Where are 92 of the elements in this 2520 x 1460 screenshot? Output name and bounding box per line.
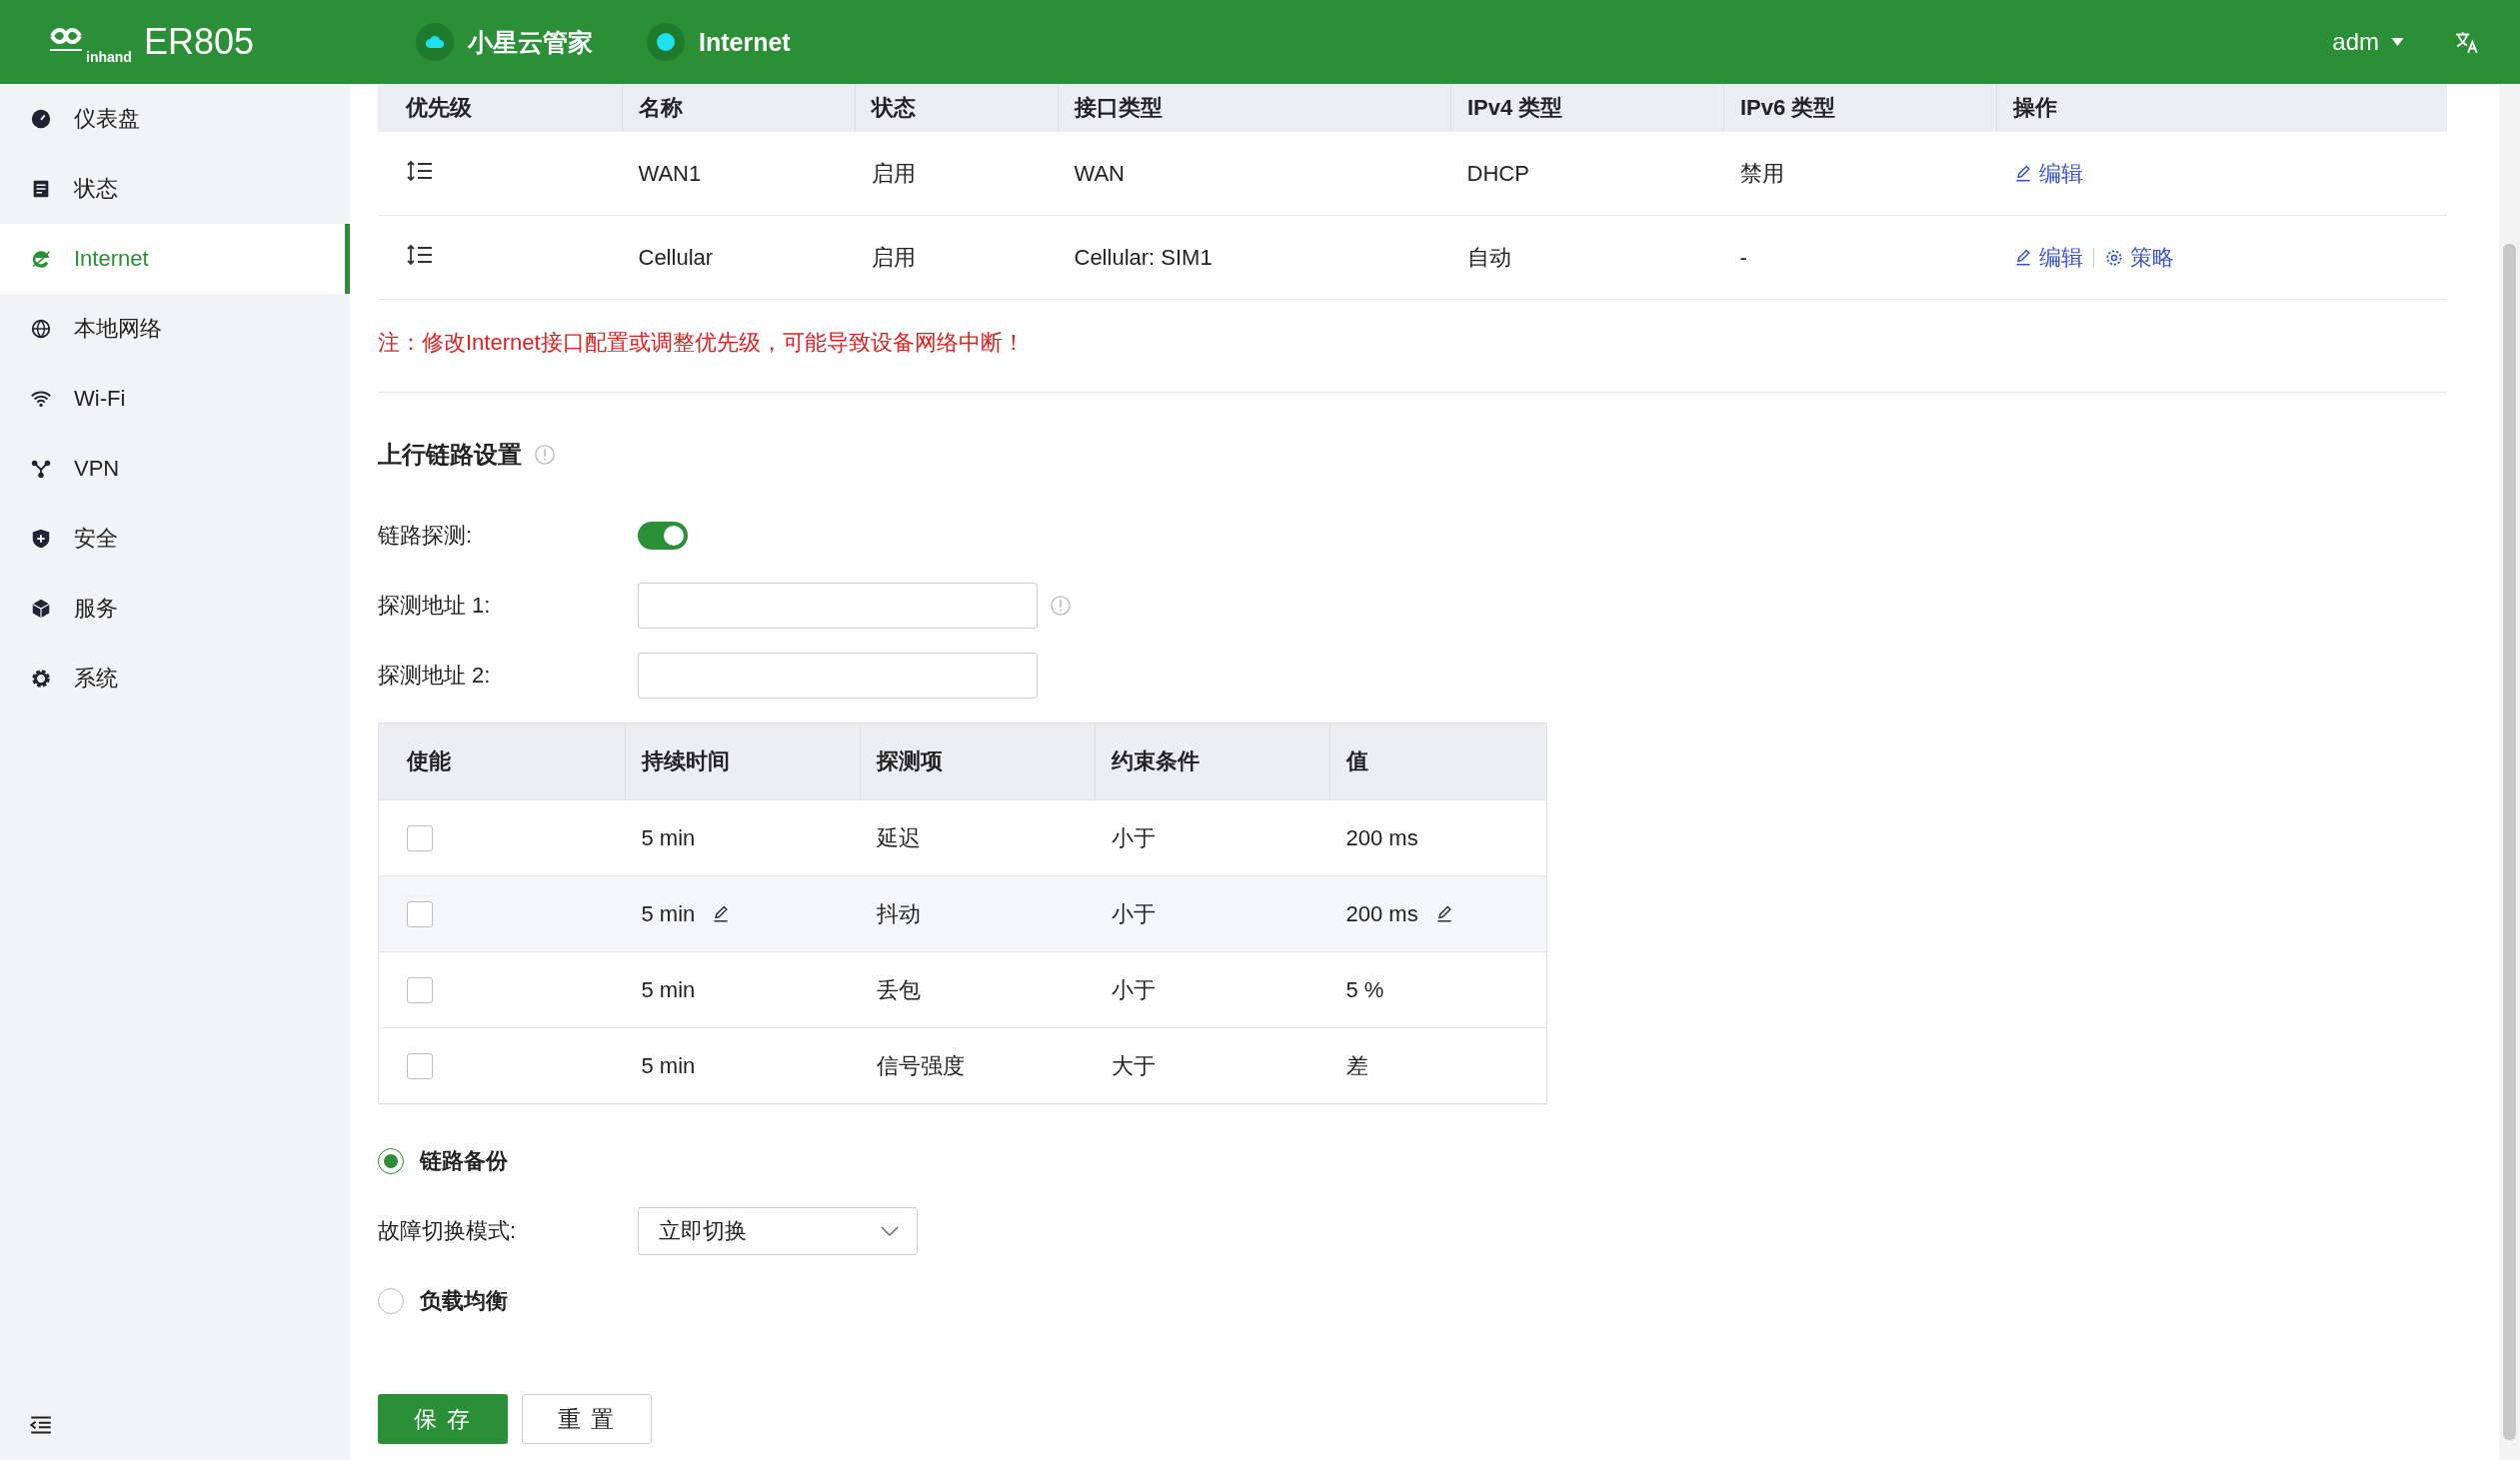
column-header: 约束条件 [1095,723,1330,800]
column-header: IPv4 类型 [1450,84,1724,132]
checkbox[interactable] [407,1053,433,1080]
field-label: 故障切换模式: [378,1217,518,1245]
table-cell: 启用 [871,244,916,270]
language-icon[interactable] [2454,29,2480,55]
table-cell: 5 % [1345,976,1384,1003]
table-cell: 信号强度 [876,1052,965,1078]
sort-handle-icon[interactable] [406,158,434,183]
table-cell: 启用 [871,160,916,186]
internet-status-label[interactable]: Internet [699,27,791,57]
checkbox[interactable] [407,825,433,852]
sidebar-item[interactable]: VPN [0,434,350,504]
cloud-icon [416,23,454,61]
column-header: 状态 [855,84,1059,132]
radio-label[interactable]: 负载均衡 [420,1286,508,1316]
table-cell: 延迟 [876,824,921,850]
table-cell: 5 min [641,1052,696,1079]
checkbox[interactable] [407,977,433,1004]
table-cell: 5 min [641,976,696,1003]
security-icon [30,528,52,550]
field-label: 链路探测: [378,522,474,550]
toggle-switch[interactable] [638,522,688,550]
table-cell: WAN [1074,160,1125,186]
sidebar-item[interactable]: 系统 [0,644,350,714]
sidebar-item[interactable]: Wi-Fi [0,364,350,434]
lan-icon [30,318,52,340]
warning-note: 注：修改Internet接口配置或调整优先级，可能导致设备网络中断！ [378,329,1026,357]
scrollbar[interactable] [2499,84,2520,1460]
column-header: 持续时间 [625,723,861,800]
table-cell: Cellular [638,244,714,270]
column-header: 接口类型 [1058,84,1451,132]
table-cell: 小于 [1111,976,1156,1002]
table-cell: 自动 [1466,244,1511,270]
wifi-icon [30,388,52,410]
status-dot-icon [647,23,685,61]
table-cell: 小于 [1111,900,1156,926]
sidebar-item[interactable]: 本地网络 [0,294,350,364]
reset-button[interactable]: 重 置 [522,1394,652,1444]
table-cell: - [1739,244,1747,270]
sidebar-item[interactable]: 仪表盘 [0,84,350,154]
info-icon[interactable] [1050,595,1072,617]
section-title: 上行链路设置 [378,440,522,470]
chevron-down-icon [881,1225,899,1237]
table-cell-text: 差 [1345,1051,1368,1080]
dashboard-icon [30,108,52,130]
table-cell: Cellular: SIM1 [1074,244,1213,270]
checkbox[interactable] [407,901,433,928]
column-header: 操作 [1996,84,2447,132]
sidebar-item[interactable]: 状态 [0,154,350,224]
service-icon [30,598,52,620]
field-label: 探测地址 1: [378,592,492,620]
model-name: ER805 [143,21,254,63]
table-cell: 丢包 [876,976,921,1002]
dropdown[interactable]: 立即切换 [638,1207,918,1255]
info-icon[interactable] [534,444,556,466]
table-cell: 抖动 [876,900,921,926]
table-cell: 禁用 [1739,160,1784,186]
column-header: 优先级 [378,84,623,132]
input-field[interactable] [638,583,1038,629]
input-field[interactable] [638,653,1038,699]
edit-link[interactable]: 编辑 [2012,242,2083,273]
caret-icon [2391,38,2404,46]
table-cell: 5 min [641,900,696,927]
table-cell: 小于 [1111,824,1156,850]
column-header: 名称 [622,84,856,132]
sidebar-item[interactable]: Internet [0,224,350,294]
column-header: 使能 [378,723,626,800]
sidebar-item[interactable]: 安全 [0,504,350,574]
sidebar-item[interactable]: 服务 [0,574,350,644]
table-cell: 200 ms [1345,900,1418,927]
field-label: 探测地址 2: [378,662,492,690]
table-cell: DHCP [1466,160,1529,186]
cloud-manager-label[interactable]: 小星云管家 [468,25,593,59]
edit-link[interactable]: 编辑 [2012,158,2083,189]
table-cell: 5 min [641,824,696,851]
radio-label[interactable]: 链路备份 [420,1146,508,1176]
brand-name: inhand [86,49,132,65]
column-header: IPv6 类型 [1723,84,1997,132]
table-cell: 大于 [1111,1052,1156,1078]
table-cell: WAN1 [638,160,702,186]
scrollbar-thumb[interactable] [2503,244,2516,1440]
vpn-icon [30,458,52,480]
user-menu[interactable]: adm [2332,28,2404,56]
save-button[interactable]: 保 存 [378,1394,508,1444]
column-header: 探测项 [860,723,1096,800]
internet-icon [30,248,52,270]
sort-handle-icon[interactable] [406,242,434,267]
table-cell: 200 ms [1345,824,1418,851]
policy-link[interactable]: 策略 [2103,242,2174,273]
system-icon [30,668,52,690]
column-header: 值 [1329,723,1547,800]
